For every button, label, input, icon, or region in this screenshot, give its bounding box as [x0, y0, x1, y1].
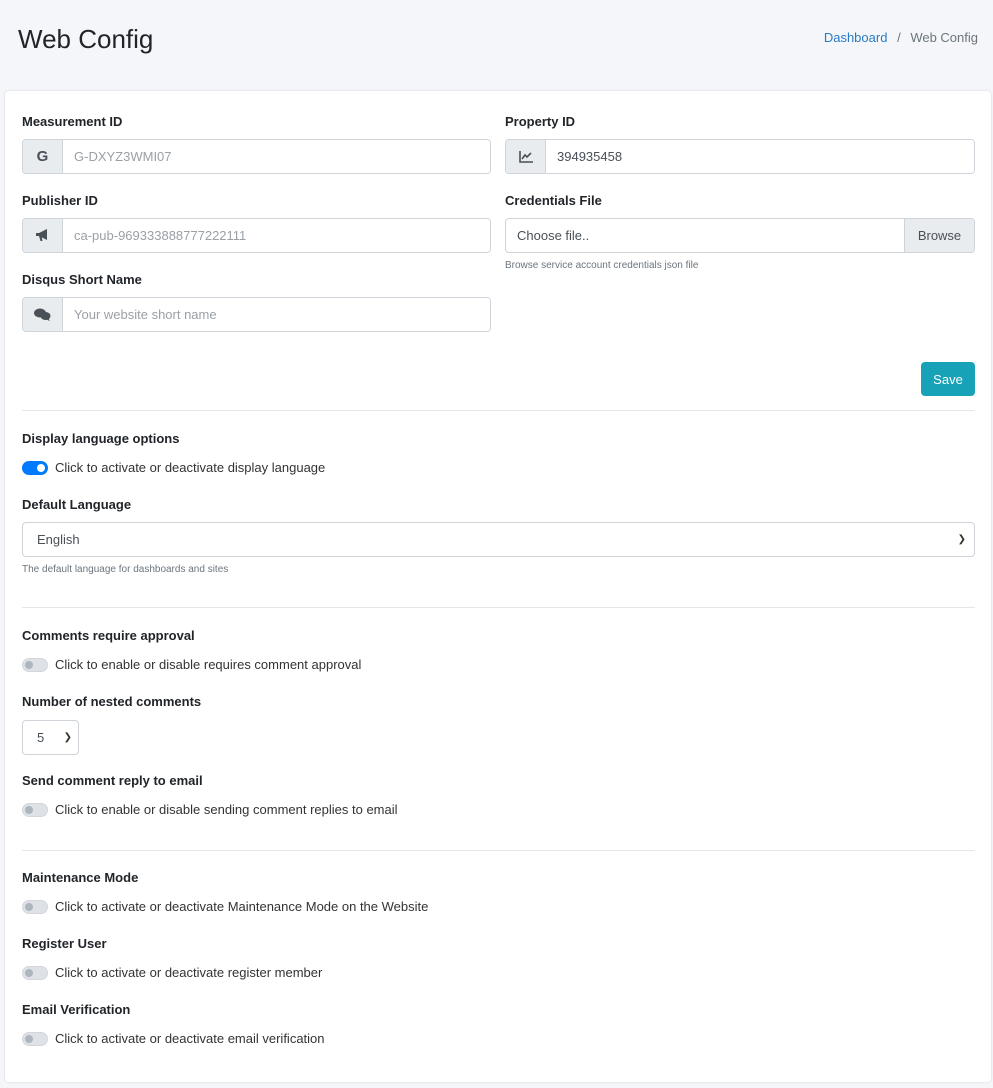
default-language-label: Default Language	[22, 497, 132, 512]
display-language-switch[interactable]: Click to activate or deactivate display …	[22, 460, 325, 475]
divider	[22, 607, 975, 608]
switch-label: Click to enable or disable sending comme…	[55, 802, 398, 817]
property-id-group	[505, 139, 975, 174]
default-language-select[interactable]: English ❯	[22, 522, 975, 557]
measurement-id-group: G	[22, 139, 491, 174]
line-chart-icon	[506, 140, 546, 173]
file-placeholder: Choose file..	[517, 228, 590, 243]
toggle-switch[interactable]	[22, 965, 48, 980]
google-icon: G	[23, 140, 63, 173]
chevron-down-icon: ❯	[957, 534, 966, 545]
measurement-id-label: Measurement ID	[22, 114, 123, 129]
disqus-label: Disqus Short Name	[22, 272, 142, 287]
selected-value: English	[37, 532, 80, 547]
maintenance-switch[interactable]: Click to activate or deactivate Maintena…	[22, 899, 428, 914]
comments-icon	[23, 298, 63, 331]
divider	[22, 850, 975, 851]
comment-approval-label: Comments require approval	[22, 628, 195, 643]
switch-label: Click to activate or deactivate email ve…	[55, 1031, 325, 1046]
disqus-input[interactable]	[63, 298, 490, 331]
comment-reply-label: Send comment reply to email	[22, 773, 203, 788]
toggle-switch[interactable]	[22, 1031, 48, 1046]
maintenance-label: Maintenance Mode	[22, 870, 139, 885]
chevron-down-icon: ❯	[63, 732, 72, 743]
nested-comments-label: Number of nested comments	[22, 694, 202, 709]
credentials-file-input[interactable]: Choose file.. Browse	[505, 218, 975, 253]
email-verification-label: Email Verification	[22, 1002, 131, 1017]
publisher-id-label: Publisher ID	[22, 193, 98, 208]
selected-value: 5	[37, 730, 45, 745]
email-verification-switch[interactable]: Click to activate or deactivate email ve…	[22, 1031, 325, 1046]
register-user-label: Register User	[22, 936, 107, 951]
save-button[interactable]: Save	[921, 362, 975, 396]
default-language-help: The default language for dashboards and …	[22, 564, 229, 575]
switch-label: Click to activate or deactivate register…	[55, 965, 323, 980]
property-id-label: Property ID	[505, 114, 576, 129]
nested-comments-select[interactable]: 5 ❯	[22, 720, 79, 755]
switch-label: Click to activate or deactivate display …	[55, 460, 326, 475]
display-language-label: Display language options	[22, 431, 180, 446]
bullhorn-icon	[23, 219, 63, 252]
breadcrumb-dashboard[interactable]: Dashboard	[824, 30, 888, 45]
breadcrumb: Dashboard / Web Config	[824, 30, 978, 45]
page-title: Web Config	[18, 24, 154, 54]
publisher-id-input[interactable]	[63, 219, 490, 252]
switch-label: Click to enable or disable requires comm…	[55, 657, 362, 672]
switch-label: Click to activate or deactivate Maintena…	[55, 899, 429, 914]
toggle-switch[interactable]	[22, 460, 48, 475]
measurement-id-input[interactable]	[63, 140, 490, 173]
toggle-switch[interactable]	[22, 657, 48, 672]
divider	[22, 410, 975, 411]
comment-approval-switch[interactable]: Click to enable or disable requires comm…	[22, 657, 361, 672]
breadcrumb-separator: /	[897, 30, 901, 45]
disqus-group	[22, 297, 491, 332]
credentials-help: Browse service account credentials json …	[505, 260, 699, 271]
breadcrumb-current: Web Config	[910, 30, 978, 45]
comment-reply-switch[interactable]: Click to enable or disable sending comme…	[22, 802, 398, 817]
credentials-file-label: Credentials File	[505, 193, 602, 208]
browse-button[interactable]: Browse	[904, 219, 974, 252]
toggle-switch[interactable]	[22, 802, 48, 817]
toggle-switch[interactable]	[22, 899, 48, 914]
publisher-id-group	[22, 218, 491, 253]
register-user-switch[interactable]: Click to activate or deactivate register…	[22, 965, 322, 980]
property-id-input[interactable]	[546, 140, 974, 173]
